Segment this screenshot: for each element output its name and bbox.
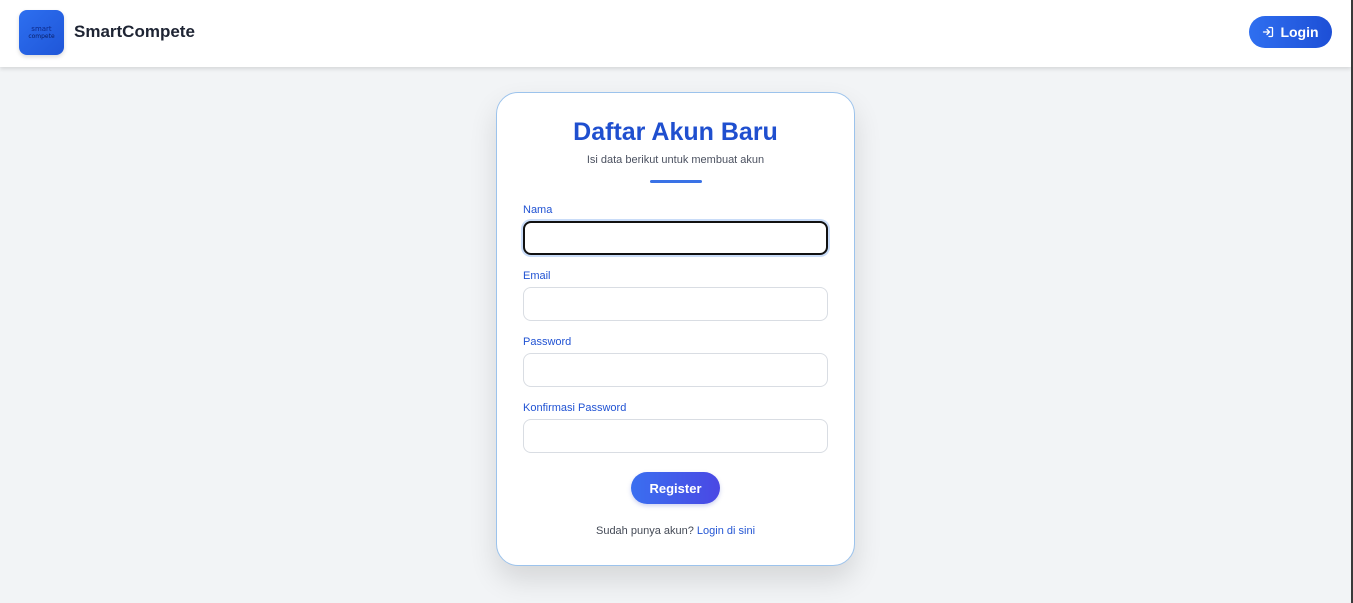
logo-text-line1: smart (31, 24, 52, 33)
confirm-password-label: Konfirmasi Password (523, 402, 627, 414)
logo-text-line2: compete (28, 32, 55, 40)
email-input[interactable] (523, 287, 828, 321)
top-navbar: smart compete SmartCompete Login (0, 0, 1351, 67)
login-prompt: Sudah punya akun? Login di sini (497, 525, 854, 537)
login-link[interactable]: Login di sini (697, 525, 755, 537)
nama-input[interactable] (523, 221, 828, 255)
password-input[interactable] (523, 353, 828, 387)
page-subtitle: Isi data berikut untuk membuat akun (586, 154, 765, 166)
title-divider (650, 180, 702, 183)
app-logo[interactable]: smart compete (19, 10, 64, 55)
page-title: Daftar Akun Baru (573, 118, 778, 146)
email-label: Email (523, 270, 551, 282)
confirm-password-input[interactable] (523, 419, 828, 453)
register-card: Daftar Akun Baru Isi data berikut untuk … (496, 92, 855, 566)
login-arrow-icon (1263, 26, 1274, 38)
nav-login-label: Login (1280, 24, 1319, 40)
brand-name[interactable]: SmartCompete (74, 22, 195, 42)
login-prompt-text: Sudah punya akun? (595, 525, 694, 537)
nama-label: Nama (523, 204, 553, 216)
password-label: Password (523, 336, 572, 348)
register-button[interactable]: Register (631, 472, 720, 504)
nav-login-button[interactable]: Login (1249, 16, 1332, 48)
